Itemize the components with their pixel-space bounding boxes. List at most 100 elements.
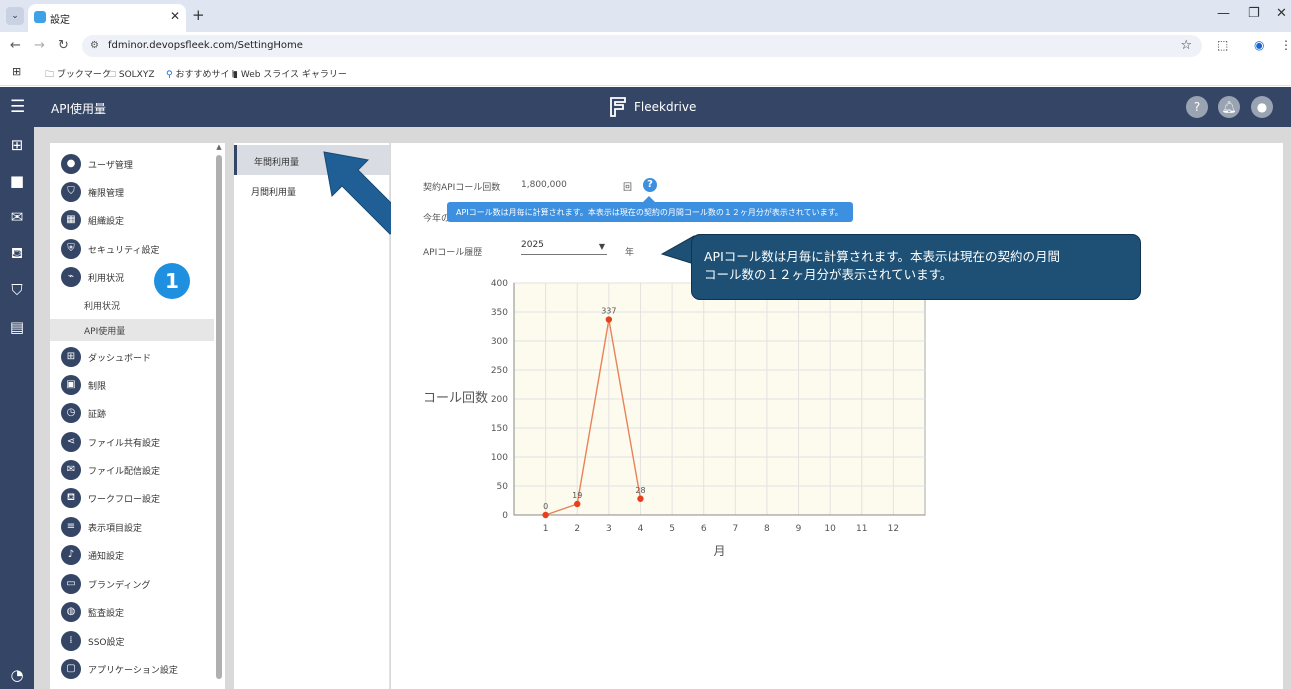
sidebar-item-audit-settings[interactable]: ◍ 監査設定 bbox=[50, 598, 214, 626]
data-label: 19 bbox=[572, 491, 582, 500]
sidebar-scrollbar[interactable]: ▲ bbox=[215, 143, 223, 689]
browser-tab-bar: ⌄ 設定 ✕ + — ❐ ✕ bbox=[0, 0, 1291, 32]
mail-icon[interactable]: ✉ bbox=[7, 207, 27, 227]
contract-api-calls-unit: 回 bbox=[623, 183, 633, 193]
dropdown-arrow-icon: ▼ bbox=[598, 242, 605, 251]
mail-icon: ✉ bbox=[61, 460, 81, 480]
forward-icon[interactable]: → bbox=[34, 38, 45, 53]
url-text: fdminor.devopsfleek.com/SettingHome bbox=[108, 40, 303, 51]
sidebar-item-user-management[interactable]: ● ユーザ管理 bbox=[50, 150, 214, 178]
api-call-history-label: APIコール履歴 bbox=[423, 248, 483, 258]
bookmark-item-1[interactable]: 🗀 ブックマーク bbox=[45, 67, 111, 83]
speedometer-icon[interactable]: ◔ bbox=[7, 665, 27, 685]
bell-icon: ♪ bbox=[61, 545, 81, 565]
question-help-icon[interactable]: ? bbox=[643, 178, 657, 192]
close-window-icon[interactable]: ✕ bbox=[1276, 6, 1287, 21]
year-select-value: 2025 bbox=[521, 240, 544, 250]
x-tick-label: 11 bbox=[856, 524, 867, 534]
sidebar-item-permissions[interactable]: ⛉ 権限管理 bbox=[50, 178, 214, 206]
callout-annotation: APIコール数は月毎に計算されます。本表示は現在の契約の月間 コール数の１２ヶ月… bbox=[660, 232, 1144, 302]
browser-tab[interactable]: 設定 ✕ bbox=[28, 4, 186, 32]
x-tick-label: 8 bbox=[764, 524, 770, 534]
folder-icon[interactable]: ■ bbox=[7, 171, 27, 191]
y-tick-label: 350 bbox=[491, 308, 508, 318]
y-tick-label: 100 bbox=[491, 453, 508, 463]
settings-sidebar: ● ユーザ管理 ⛉ 権限管理 ▦ 組織設定 ⛨ セキュリティ設定 ⌁ 利用状況 利用状況 … bbox=[50, 143, 225, 689]
x-tick-label: 12 bbox=[888, 524, 899, 534]
profile-icon[interactable]: ◉ bbox=[1254, 38, 1264, 52]
x-tick-label: 7 bbox=[732, 524, 738, 534]
sidebar-item-notifications[interactable]: ♪ 通知設定 bbox=[50, 541, 214, 569]
callout-line-2: コール数の１２ヶ月分が表示されています。 bbox=[704, 267, 953, 282]
new-tab-icon[interactable]: + bbox=[192, 6, 205, 24]
list-icon: ≡ bbox=[61, 517, 81, 537]
organization-icon: ▦ bbox=[61, 210, 81, 230]
tab-close-icon[interactable]: ✕ bbox=[170, 9, 180, 23]
folder-icon: 🗀 bbox=[45, 70, 57, 80]
contract-api-calls-value: 1,800,000 bbox=[521, 180, 567, 190]
sidebar-item-audit-trail[interactable]: ◷ 証跡 bbox=[50, 399, 214, 427]
tab-list-icon[interactable]: ⌄ bbox=[6, 7, 24, 25]
reload-icon[interactable]: ↻ bbox=[58, 38, 69, 53]
restore-icon[interactable]: ❐ bbox=[1248, 6, 1260, 21]
data-label: 337 bbox=[601, 307, 616, 316]
tab-title: 設定 bbox=[50, 15, 70, 26]
sidebar-item-file-delivery[interactable]: ✉ ファイル配信設定 bbox=[50, 456, 214, 484]
scrollbar-thumb[interactable] bbox=[216, 155, 222, 679]
sso-icon: ⁞ bbox=[61, 631, 81, 651]
sidebar-item-limits[interactable]: ▣ 制限 bbox=[50, 371, 214, 399]
sidebar-subitem-api-usage[interactable]: API使用量 bbox=[50, 319, 214, 341]
callout-box: APIコール数は月毎に計算されます。本表示は現在の契約の月間 コール数の１２ヶ月… bbox=[691, 234, 1141, 300]
sidebar-item-security[interactable]: ⛨ セキュリティ設定 bbox=[50, 235, 214, 263]
api-usage-line-chart: 0501001502002503003504001 2 3 4 5 6 7 8 9 10 11 120… bbox=[423, 279, 926, 558]
sidebar-subitem-usage[interactable]: 利用状況 bbox=[50, 294, 214, 316]
sidebar-item-workflow[interactable]: ⛾ ワークフロー設定 bbox=[50, 484, 214, 512]
extensions-icon[interactable]: ⬚ bbox=[1217, 38, 1228, 52]
year-unit: 年 bbox=[625, 248, 635, 258]
share-icon: ⋖ bbox=[61, 432, 81, 452]
folder-icon: 🗀 bbox=[107, 70, 119, 80]
security-icon: ⛨ bbox=[61, 239, 81, 259]
apps-grid-icon[interactable]: ⊞ bbox=[12, 65, 21, 78]
x-tick-label: 4 bbox=[638, 524, 644, 534]
x-tick-label: 10 bbox=[824, 524, 836, 534]
shield-icon: ⛉ bbox=[61, 182, 81, 202]
user-avatar-icon[interactable]: ● bbox=[1251, 96, 1273, 118]
bookmark-item-4[interactable]: ▮ Web スライス ギャラリー bbox=[233, 67, 347, 80]
bookmark-star-icon[interactable]: ☆ bbox=[1180, 38, 1192, 53]
bookmark-item-3[interactable]: ⚲ おすすめサイト bbox=[166, 67, 238, 80]
x-tick-label: 2 bbox=[574, 524, 580, 534]
user-stamp-icon[interactable]: ⛾ bbox=[7, 243, 27, 263]
sidebar-item-dashboard[interactable]: ⊞ ダッシュボード bbox=[50, 343, 214, 371]
branding-icon: ▭ bbox=[61, 574, 81, 594]
sidebar-item-organization[interactable]: ▦ 組織設定 bbox=[50, 206, 214, 234]
clock-icon: ◷ bbox=[61, 403, 81, 423]
callout-line-1: APIコール数は月毎に計算されます。本表示は現在の契約の月間 bbox=[704, 249, 1061, 264]
x-tick-label: 9 bbox=[796, 524, 802, 534]
data-label: 28 bbox=[635, 486, 645, 495]
web-slice-icon: ▮ bbox=[233, 70, 241, 80]
sidebar-item-applications[interactable]: ▢ アプリケーション設定 bbox=[50, 655, 214, 683]
sidebar-item-branding[interactable]: ▭ ブランディング bbox=[50, 570, 214, 598]
document-icon[interactable]: ▤ bbox=[7, 317, 27, 337]
sidebar-item-sso[interactable]: ⁞ SSO設定 bbox=[50, 627, 214, 655]
hamburger-menu-icon[interactable]: ☰ bbox=[10, 97, 25, 117]
y-tick-label: 300 bbox=[491, 337, 508, 347]
favicon-icon bbox=[34, 11, 46, 23]
scroll-up-arrow-icon[interactable]: ▲ bbox=[215, 143, 223, 151]
year-select[interactable]: 2025 ▼ bbox=[521, 239, 607, 255]
notification-bell-icon[interactable]: 🔔︎ bbox=[1218, 96, 1240, 118]
sidebar-item-display-fields[interactable]: ≡ 表示項目設定 bbox=[50, 513, 214, 541]
help-icon[interactable]: ? bbox=[1186, 96, 1208, 118]
minimize-icon[interactable]: — bbox=[1217, 6, 1230, 21]
x-tick-label: 6 bbox=[701, 524, 707, 534]
back-icon[interactable]: ← bbox=[10, 38, 21, 53]
this-year-label: 今年の bbox=[423, 214, 451, 224]
address-bar[interactable]: ⚙ fdminor.devopsfleek.com/SettingHome ☆ bbox=[82, 35, 1202, 57]
bookmark-item-2[interactable]: 🗀 SOLXYZ bbox=[107, 67, 155, 83]
menu-dots-icon[interactable]: ⋮ bbox=[1280, 38, 1291, 52]
shield-icon[interactable]: ⛉ bbox=[7, 280, 27, 300]
sidebar-item-file-sharing[interactable]: ⋖ ファイル共有設定 bbox=[50, 428, 214, 456]
dashboard-add-icon[interactable]: ⊞ bbox=[7, 135, 27, 155]
site-info-icon[interactable]: ⚙ bbox=[90, 40, 99, 51]
